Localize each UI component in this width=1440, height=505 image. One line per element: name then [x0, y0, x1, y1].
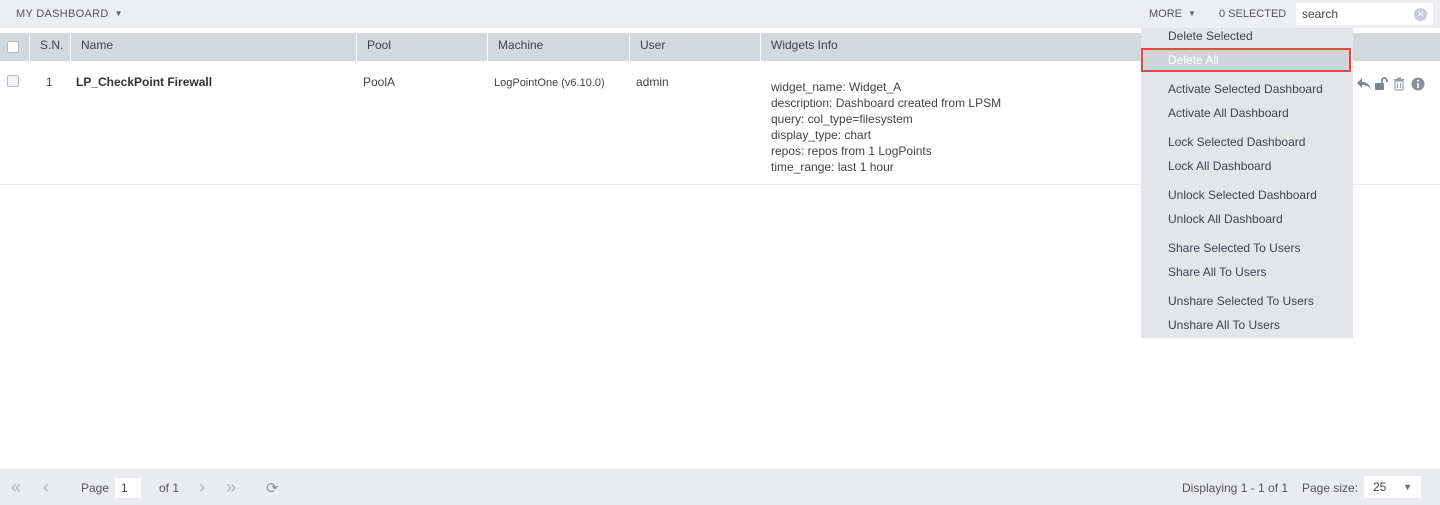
row-user: admin: [636, 75, 669, 89]
dashboard-title: MY DASHBOARD: [16, 8, 109, 20]
more-dropdown-menu: Delete Selected Delete All Activate Sele…: [1141, 28, 1353, 338]
displaying-count: Displaying 1 - 1 of 1: [1182, 481, 1289, 495]
widget-info-line: repos: repos from 1 LogPoints: [771, 144, 932, 158]
menu-item-unshare-selected[interactable]: Unshare Selected To Users: [1141, 293, 1353, 315]
more-label: MORE: [1149, 8, 1182, 20]
menu-item-unlock-all[interactable]: Unlock All Dashboard: [1141, 211, 1353, 233]
page-size-select[interactable]: 25 ▼: [1364, 476, 1421, 498]
pagination-bar: « ‹ Page of 1 › » ⟳ Displaying 1 - 1 of …: [0, 469, 1440, 505]
row-checkbox[interactable]: [7, 75, 19, 87]
page-size-value: 25: [1373, 480, 1387, 494]
widget-info-line: widget_name: Widget_A: [771, 80, 902, 94]
widget-info-line: time_range: last 1 hour: [771, 160, 894, 174]
menu-item-lock-selected[interactable]: Lock Selected Dashboard: [1141, 134, 1353, 156]
chevron-down-icon: ▼: [1188, 9, 1196, 18]
widget-info-line: display_type: chart: [771, 128, 872, 142]
select-all-checkbox[interactable]: [7, 41, 19, 53]
column-header-name[interactable]: Name: [70, 33, 356, 61]
row-machine: LogPointOne (v6.10.0): [494, 77, 605, 89]
page-number-input[interactable]: [115, 478, 141, 498]
column-header-widgets-info[interactable]: Widgets Info: [760, 33, 1140, 61]
menu-item-delete-selected[interactable]: Delete Selected: [1141, 28, 1353, 50]
search-box: ✕: [1296, 3, 1433, 25]
more-button[interactable]: MORE ▼: [1149, 8, 1196, 20]
menu-item-unlock-selected[interactable]: Unlock Selected Dashboard: [1141, 187, 1353, 209]
top-toolbar: MY DASHBOARD ▼ MORE ▼ 0 SELECTED ✕: [0, 0, 1440, 28]
header-select-cell: [0, 33, 29, 61]
column-header-machine[interactable]: Machine: [487, 33, 629, 61]
clear-search-icon[interactable]: ✕: [1414, 8, 1427, 21]
column-header-user[interactable]: User: [629, 33, 760, 61]
menu-item-delete-all[interactable]: Delete All: [1141, 48, 1351, 72]
previous-page-icon[interactable]: ‹: [43, 478, 49, 496]
row-widgets-info: widget_name: Widget_A description: Dashb…: [771, 79, 1001, 175]
info-icon[interactable]: [1411, 77, 1425, 94]
menu-item-share-all[interactable]: Share All To Users: [1141, 264, 1353, 286]
trash-icon[interactable]: [1393, 77, 1405, 94]
column-header-pool[interactable]: Pool: [356, 33, 487, 61]
next-page-icon[interactable]: ›: [199, 478, 205, 496]
widget-info-line: query: col_type=filesystem: [771, 112, 913, 126]
menu-item-share-selected[interactable]: Share Selected To Users: [1141, 240, 1353, 262]
column-header-sn[interactable]: S.N.: [29, 33, 70, 61]
menu-item-activate-all[interactable]: Activate All Dashboard: [1141, 105, 1353, 127]
first-page-icon[interactable]: «: [11, 478, 21, 496]
dashboard-title-dropdown[interactable]: MY DASHBOARD ▼: [16, 8, 123, 20]
widget-info-line: description: Dashboard created from LPSM: [771, 96, 1002, 110]
unlock-icon[interactable]: [1374, 77, 1388, 94]
menu-item-activate-selected[interactable]: Activate Selected Dashboard: [1141, 81, 1353, 103]
share-icon[interactable]: [1356, 77, 1372, 94]
row-pool: PoolA: [363, 75, 396, 89]
search-input[interactable]: [1302, 6, 1410, 22]
refresh-icon[interactable]: ⟳: [266, 479, 279, 497]
page-size-label: Page size:: [1302, 481, 1359, 495]
page-label: Page: [81, 481, 110, 495]
selected-count: 0 SELECTED: [1219, 8, 1287, 20]
row-sn: 1: [46, 75, 53, 89]
menu-item-unshare-all[interactable]: Unshare All To Users: [1141, 317, 1353, 339]
menu-item-lock-all[interactable]: Lock All Dashboard: [1141, 158, 1353, 180]
row-name: LP_CheckPoint Firewall: [76, 75, 213, 89]
chevron-down-icon: ▼: [1403, 482, 1412, 492]
chevron-down-icon: ▼: [114, 9, 123, 18]
last-page-icon[interactable]: »: [226, 478, 236, 496]
page-total-label: of 1: [159, 481, 180, 495]
